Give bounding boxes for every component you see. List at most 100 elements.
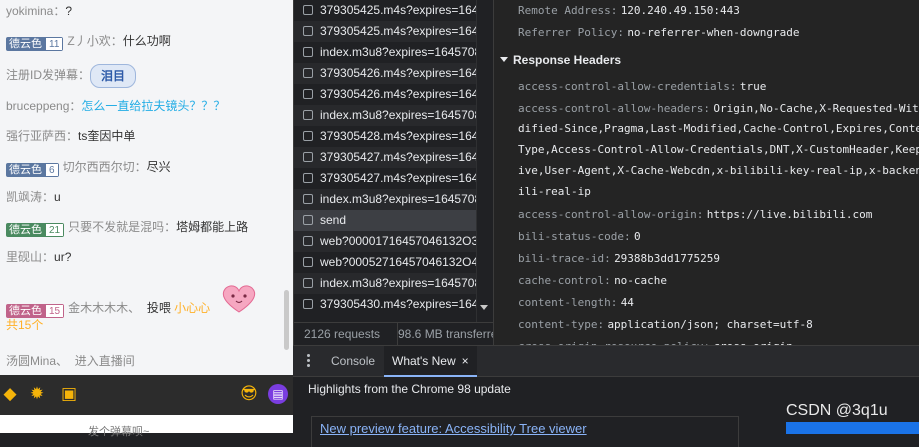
header-value-continuation: ive,User-Agent,X-Cache-Webcdn,x-bilibili… (518, 164, 919, 177)
request-row[interactable]: 379305430.m4s?expires=164... (294, 294, 476, 315)
gift-count: 共15个 (6, 318, 44, 332)
chat-message: 德云色 11 Z丿小欢：什么功啊 (6, 33, 283, 51)
request-row[interactable]: web?00001716457046132O3h... (294, 231, 476, 252)
header-row: content-type: application/json; charset=… (518, 318, 813, 331)
request-checkbox[interactable] (303, 110, 313, 120)
request-list-scrollbar[interactable] (476, 0, 491, 322)
tab-console[interactable]: Console (323, 346, 383, 376)
request-checkbox[interactable] (303, 278, 313, 288)
heart-gift-icon (222, 285, 256, 313)
devtools-drawer: Console What's New × Highlights from the … (293, 345, 919, 447)
chat-username[interactable]: 汤圆Mina、 (6, 354, 68, 368)
request-checkbox[interactable] (303, 194, 313, 204)
request-row[interactable]: 379305427.m4s?expires=164... (294, 147, 476, 168)
headers-panel: Remote Address: 120.240.49.150:443 Refer… (493, 0, 919, 345)
request-row[interactable]: index.m3u8?expires=1645708... (294, 189, 476, 210)
chat-username[interactable]: 里砚山 (6, 250, 42, 264)
chat-bubble-icon[interactable]: ▤ (268, 384, 288, 404)
request-checkbox[interactable] (303, 89, 313, 99)
request-row[interactable]: 379305426.m4s?expires=164... (294, 84, 476, 105)
request-checkbox[interactable] (303, 131, 313, 141)
request-count: 2126 requests (304, 327, 381, 341)
request-checkbox[interactable] (303, 236, 313, 246)
drawer-tabbar: Console What's New × (293, 346, 919, 377)
request-row[interactable]: 379305426.m4s?expires=164... (294, 63, 476, 84)
chat-message: yokimina：? (6, 4, 73, 18)
chat-message: 强行亚萨西：ts奎因中单 (6, 129, 136, 143)
header-row: content-length: 44 (518, 296, 634, 309)
scroll-down-arrow-icon[interactable] (480, 305, 488, 310)
feature-card[interactable]: New preview feature: Accessibility Tree … (311, 416, 739, 447)
chat-username[interactable]: yokimina (6, 4, 53, 18)
chat-panel: yokimina：? 德云色 11 Z丿小欢：什么功啊 注册ID发弹幕： 泪目 bru… (0, 0, 293, 375)
request-row[interactable]: 379305425.m4s?expires=164... (294, 21, 476, 42)
chat-message: 德云色 21 只要不发就是混吗：塔姆都能上路 (6, 219, 283, 237)
request-checkbox[interactable] (303, 26, 313, 36)
request-checkbox[interactable] (303, 68, 313, 78)
chat-text: 什么功啊 (122, 34, 171, 48)
header-value-continuation: dified-Since,Pragma,Last-Modified,Cache-… (518, 122, 919, 135)
chat-text: 塔姆都能上路 (176, 220, 249, 234)
request-row[interactable]: web?00052716457046132O4h... (294, 252, 476, 273)
request-row[interactable]: index.m3u8?expires=1645708... (294, 42, 476, 63)
chat-username[interactable]: 注册ID发弹幕 (6, 68, 78, 82)
request-row[interactable]: index.m3u8?expires=1645708... (294, 273, 476, 294)
header-row: access-control-allow-headers: Origin,No-… (518, 102, 919, 115)
gift-name: 小心心 (174, 301, 211, 315)
chat-message: 里砚山：ur? (6, 250, 72, 264)
fan-medal-badge[interactable]: 德云色 21 (6, 223, 65, 237)
fan-medal-badge[interactable]: 德云色 11 (6, 37, 64, 51)
close-tab-icon[interactable]: × (462, 354, 469, 368)
gift-box-icon[interactable]: ▣ (59, 384, 79, 404)
collapse-triangle-icon (500, 57, 508, 62)
chat-username[interactable]: 凯飒涛 (6, 190, 42, 204)
fan-medal-badge[interactable]: 德云色 6 (6, 163, 59, 177)
request-row[interactable]: 379305427.m4s?expires=164... (294, 168, 476, 189)
fan-medal-badge[interactable]: 德云色 15 (6, 304, 65, 318)
gear-star-icon[interactable]: ✹ (27, 384, 47, 404)
header-row: bili-status-code: 0 (518, 230, 641, 243)
header-row: cross-origin-resource-policy: cross-orig… (518, 337, 793, 345)
chat-username[interactable]: 切尔西西尔切 (63, 160, 135, 174)
sunglasses-emoji-icon[interactable]: 😎 (239, 384, 259, 404)
chat-username[interactable]: 强行亚萨西 (6, 129, 66, 143)
chat-text: 怎么一直给拉夫镜头？？？ (81, 99, 226, 113)
more-options-icon[interactable] (307, 354, 310, 368)
chat-username[interactable]: bruceppeng (6, 99, 69, 113)
request-checkbox[interactable] (303, 5, 313, 15)
chat-message: 注册ID发弹幕： 泪目 (6, 64, 283, 88)
request-checkbox[interactable] (303, 152, 313, 162)
tab-whats-new[interactable]: What's New × (384, 346, 477, 377)
gift-action: 投喂 (146, 301, 171, 315)
response-headers-section-toggle[interactable]: Response Headers (500, 53, 621, 67)
chat-message: 凯飒涛：u (6, 190, 61, 204)
transferred-size: 98.6 MB transferred (397, 323, 494, 346)
network-status-bar: 2126 requests 98.6 MB transferred (294, 322, 494, 346)
chat-text: 尽兴 (146, 160, 171, 174)
request-checkbox[interactable] (303, 173, 313, 183)
request-row[interactable]: 379305428.m4s?expires=164... (294, 126, 476, 147)
request-checkbox[interactable] (303, 47, 313, 57)
chat-username[interactable]: Z丿小欢 (67, 34, 110, 48)
header-row: cache-control: no-cache (518, 274, 668, 287)
chat-enter-message: 汤圆Mina、 进入直播间 (6, 354, 135, 368)
chat-username[interactable]: 金木木木木、 (68, 301, 140, 315)
request-row[interactable]: index.m3u8?expires=1645708... (294, 105, 476, 126)
feature-link[interactable]: New preview feature: Accessibility Tree … (320, 421, 587, 436)
watermark: CSDN @3q1u (786, 402, 888, 419)
request-row[interactable]: 379305425.m4s?expires=164... (294, 0, 476, 21)
accent-strip (786, 422, 919, 434)
whats-new-heading: Highlights from the Chrome 98 update (308, 382, 511, 396)
header-row: access-control-allow-credentials: true (518, 80, 767, 93)
chat-input[interactable]: 发个弹幕呗~ (0, 415, 293, 438)
chat-scrollbar[interactable] (284, 290, 289, 350)
game-controller-icon[interactable]: ◆ (0, 384, 20, 404)
request-checkbox[interactable] (303, 299, 313, 309)
header-value-continuation: ili-real-ip (518, 185, 591, 198)
chat-message: 德云色 6 切尔西西尔切：尽兴 (6, 159, 283, 177)
request-checkbox[interactable] (303, 257, 313, 267)
request-row-selected[interactable]: send (294, 210, 476, 231)
request-checkbox[interactable] (303, 215, 313, 225)
chat-text: ts奎因中单 (78, 129, 136, 143)
chat-username[interactable]: 只要不发就是混吗 (68, 220, 164, 234)
